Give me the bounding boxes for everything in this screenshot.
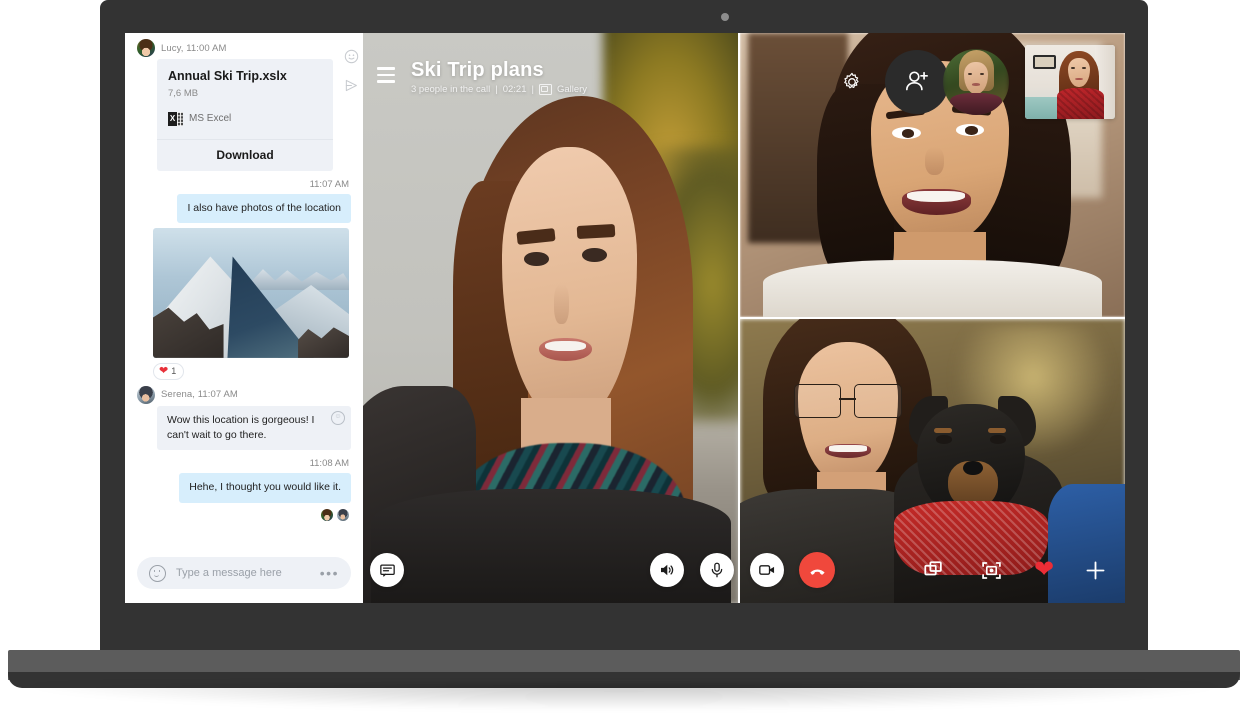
smiley-icon[interactable]	[149, 564, 166, 582]
laptop-shadow	[30, 684, 1218, 710]
message-bubble[interactable]: I also have photos of the location	[177, 193, 351, 223]
screenshot-stage: Lucy, 11:00 AM Annual Ski Trip.xslx 7,6 …	[0, 0, 1248, 723]
message-input[interactable]: Type a message here	[176, 567, 310, 579]
call-top-right-controls	[841, 45, 1115, 119]
end-call-button[interactable]	[799, 552, 835, 588]
self-view-thumbnail[interactable]	[1025, 45, 1115, 119]
laptop-screen: Lucy, 11:00 AM Annual Ski Trip.xslx 7,6 …	[125, 33, 1125, 603]
chat-message-list[interactable]: Lucy, 11:00 AM Annual Ski Trip.xslx 7,6 …	[125, 33, 363, 547]
message-reaction[interactable]: ❤ 1	[153, 362, 185, 380]
participant-avatar-circle[interactable]	[941, 47, 1011, 117]
call-status: 3 people in the call | 02:21 | Gallery	[411, 84, 587, 95]
avatar	[321, 508, 333, 521]
view-mode-label[interactable]: Gallery	[557, 84, 587, 95]
file-name: Annual Ski Trip.xslx	[168, 69, 287, 83]
share-screen-button[interactable]	[923, 560, 944, 581]
message-row-outgoing: Hehe, I thought you would like it.	[137, 473, 351, 503]
message-sender-time: Lucy, 11:00 AM	[161, 42, 227, 54]
message-composer[interactable]: Type a message here •••	[137, 557, 351, 589]
webcam-dot	[721, 13, 729, 21]
photo-message[interactable]	[153, 227, 349, 358]
excel-icon: X	[168, 111, 183, 127]
message-timestamp: 11:08 AM	[309, 458, 349, 470]
camera-button[interactable]	[750, 553, 784, 587]
message-text: Wow this location is gorgeous! I can't w…	[167, 413, 315, 442]
download-button[interactable]: Download	[157, 138, 333, 171]
microphone-button[interactable]	[700, 553, 734, 587]
read-receipts	[137, 508, 351, 521]
message-bubble[interactable]: Wow this location is gorgeous! I can't w…	[157, 405, 351, 451]
call-participant-count: 3 people in the call	[411, 84, 491, 95]
message-sender-time: Serena, 11:07 AM	[161, 389, 238, 401]
status-separator: |	[531, 84, 534, 95]
call-header-text: Ski Trip plans 3 people in the call | 02…	[411, 59, 587, 95]
add-person-icon[interactable]	[885, 50, 949, 114]
chat-toggle-button[interactable]	[370, 553, 404, 587]
file-card-body: Annual Ski Trip.xslx 7,6 MB X MS Excel	[157, 59, 333, 139]
video-call-area: Ski Trip plans 3 people in the call | 02…	[363, 33, 1125, 603]
message-row-outgoing: I also have photos of the location	[137, 193, 351, 223]
snapshot-button[interactable]	[981, 560, 1002, 581]
call-header: Ski Trip plans 3 people in the call | 02…	[377, 59, 587, 95]
message-bubble[interactable]: Hehe, I thought you would like it.	[179, 473, 351, 503]
call-timer: 02:21	[502, 84, 527, 95]
avatar	[137, 385, 155, 404]
message-timestamp: 11:07 AM	[309, 178, 349, 190]
add-button[interactable]	[1084, 559, 1107, 582]
gear-icon[interactable]	[841, 71, 863, 93]
message-header-lucy: Lucy, 11:00 AM	[137, 33, 351, 59]
reaction-button[interactable]: ❤	[1034, 558, 1054, 582]
gallery-icon	[538, 84, 552, 95]
avatar	[337, 508, 349, 521]
heart-icon: ❤	[159, 364, 169, 377]
file-attachment-card[interactable]: Annual Ski Trip.xslx 7,6 MB X MS Excel D…	[157, 59, 333, 171]
avatar	[137, 39, 155, 57]
glasses-icon	[793, 384, 902, 418]
file-app-row: X MS Excel	[168, 111, 322, 127]
message-header-serena: Serena, 11:07 AM	[137, 380, 351, 406]
message-row-incoming: Wow this location is gorgeous! I can't w…	[137, 405, 351, 451]
more-options-icon[interactable]: •••	[320, 566, 339, 580]
page-title: Ski Trip plans	[411, 59, 544, 81]
file-app-label: MS Excel	[189, 113, 232, 125]
video-tile-main[interactable]	[363, 33, 738, 603]
file-size: 7,6 MB	[168, 87, 199, 99]
composer-area: Type a message here •••	[125, 547, 363, 603]
speaker-button[interactable]	[650, 553, 684, 587]
reaction-count: 1	[171, 366, 177, 377]
hamburger-icon[interactable]	[377, 67, 395, 83]
status-separator: |	[495, 84, 498, 95]
chat-sidebar: Lucy, 11:00 AM Annual Ski Trip.xslx 7,6 …	[125, 33, 363, 603]
smiley-icon[interactable]: ☺	[331, 410, 345, 425]
